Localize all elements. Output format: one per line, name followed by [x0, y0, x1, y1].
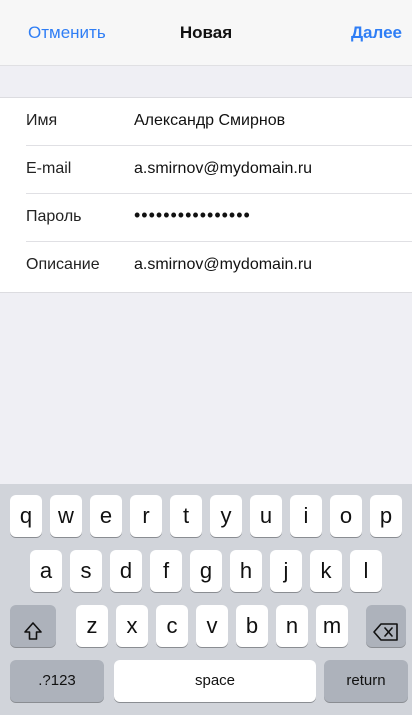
keyboard: q w e r t y u i o p a s d f g h j k l z … [0, 484, 412, 715]
key-t[interactable]: t [170, 495, 202, 537]
key-n[interactable]: n [276, 605, 308, 647]
name-label: Имя [26, 112, 58, 129]
numbers-key[interactable]: .?123 [10, 660, 104, 702]
form-row-password[interactable]: Пароль •••••••••••••••• [0, 194, 412, 242]
key-d[interactable]: d [110, 550, 142, 592]
backspace-icon [366, 622, 406, 642]
key-g[interactable]: g [190, 550, 222, 592]
key-m[interactable]: m [316, 605, 348, 647]
password-label: Пароль [26, 208, 82, 225]
key-i[interactable]: i [290, 495, 322, 537]
key-v[interactable]: v [196, 605, 228, 647]
key-y[interactable]: y [210, 495, 242, 537]
key-f[interactable]: f [150, 550, 182, 592]
screen: Отменить Новая Далее Имя E-mail Пароль •… [0, 0, 412, 715]
key-q[interactable]: q [10, 495, 42, 537]
key-z[interactable]: z [76, 605, 108, 647]
shift-icon [10, 621, 56, 641]
key-x[interactable]: x [116, 605, 148, 647]
key-s[interactable]: s [70, 550, 102, 592]
space-key[interactable]: space [114, 660, 316, 702]
key-k[interactable]: k [310, 550, 342, 592]
key-b[interactable]: b [236, 605, 268, 647]
navigation-bar: Отменить Новая Далее [0, 0, 412, 66]
backspace-key[interactable] [366, 605, 406, 647]
description-label: Описание [26, 256, 100, 273]
next-button[interactable]: Далее [351, 22, 402, 44]
key-h[interactable]: h [230, 550, 262, 592]
form-row-description[interactable]: Описание [0, 242, 412, 290]
return-key[interactable]: return [324, 660, 408, 702]
key-e[interactable]: e [90, 495, 122, 537]
key-o[interactable]: o [330, 495, 362, 537]
shift-key[interactable] [10, 605, 56, 647]
password-field[interactable]: •••••••••••••••• [134, 205, 404, 226]
description-field[interactable] [134, 256, 404, 274]
key-r[interactable]: r [130, 495, 162, 537]
account-form: Имя E-mail Пароль •••••••••••••••• Описа… [0, 97, 412, 293]
key-u[interactable]: u [250, 495, 282, 537]
email-label: E-mail [26, 160, 72, 177]
form-row-email[interactable]: E-mail [0, 146, 412, 194]
key-j[interactable]: j [270, 550, 302, 592]
key-w[interactable]: w [50, 495, 82, 537]
form-row-name[interactable]: Имя [0, 98, 412, 146]
key-p[interactable]: p [370, 495, 402, 537]
key-a[interactable]: a [30, 550, 62, 592]
email-field[interactable] [134, 160, 404, 178]
name-field[interactable] [134, 112, 404, 130]
key-l[interactable]: l [350, 550, 382, 592]
key-c[interactable]: c [156, 605, 188, 647]
